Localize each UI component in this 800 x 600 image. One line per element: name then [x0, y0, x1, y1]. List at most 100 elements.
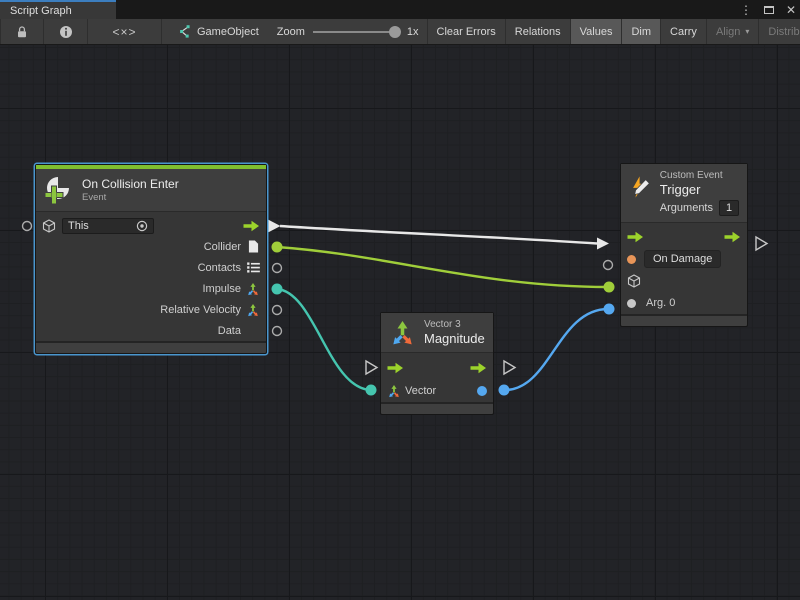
- node-on-collision-enter[interactable]: On Collision Enter Event This: [35, 164, 267, 354]
- port-row-flow: [621, 226, 747, 248]
- gameobject-cube-icon: [42, 219, 56, 233]
- port-row-data: Data: [36, 320, 266, 341]
- node-header[interactable]: On Collision Enter Event: [36, 169, 266, 212]
- port-trigger-flow-output[interactable]: [756, 237, 767, 250]
- info-icon: [59, 25, 73, 39]
- vector3-icon: [387, 384, 401, 398]
- unity-window: Script Graph ⋮ ✕: [0, 0, 800, 600]
- relations-button[interactable]: Relations: [506, 19, 571, 44]
- node-footer: [621, 314, 747, 326]
- port-contacts-output[interactable]: [273, 264, 282, 273]
- vector3-icon: [389, 319, 416, 346]
- node-footer: [36, 341, 266, 353]
- graph-toolbar: <×> GameObject Zoom 1x Clear Errors Rela…: [0, 19, 800, 45]
- node-trigger-custom-event[interactable]: Custom Event Trigger Arguments 1: [620, 163, 748, 327]
- node-footer: [381, 402, 493, 414]
- arguments-label: Arguments: [660, 202, 713, 214]
- flow-arrow-icon: [724, 231, 741, 243]
- port-row-event-name: On Damage: [621, 248, 747, 270]
- port-row-flow: [381, 356, 493, 379]
- chevron-down-icon: ▾: [745, 27, 749, 36]
- port-event-name-input[interactable]: [604, 261, 613, 270]
- port-magnitude-output[interactable]: [499, 385, 510, 396]
- port-trigger-flow-input[interactable]: [597, 238, 609, 250]
- node-title: Magnitude: [424, 331, 485, 346]
- port-row-vector: Vector: [381, 379, 493, 402]
- zoom-label: Zoom: [277, 26, 305, 38]
- list-icon: [246, 261, 260, 275]
- collision-event-icon: [44, 175, 74, 205]
- port-row-arg0: Arg. 0: [621, 292, 747, 314]
- port-target-input[interactable]: [604, 282, 615, 293]
- wire-impulse-teal: [277, 289, 370, 390]
- distribute-dropdown[interactable]: Distribute ▾: [759, 19, 800, 44]
- port-arg0-input[interactable]: [604, 304, 615, 315]
- node-title: Trigger: [660, 182, 739, 197]
- wire-collider-green: [277, 247, 608, 287]
- gameobject-label: GameObject: [197, 26, 259, 38]
- vector3-icon: [246, 303, 260, 317]
- node-header[interactable]: Vector 3 Magnitude: [381, 313, 493, 353]
- object-picker-icon[interactable]: [136, 220, 148, 232]
- node-header[interactable]: Custom Event Trigger Arguments 1: [621, 164, 747, 223]
- align-dropdown[interactable]: Align ▾: [707, 19, 759, 44]
- arg0-input-dot: [627, 299, 636, 308]
- event-name-field[interactable]: On Damage: [644, 250, 721, 268]
- node-subtitle: Event: [82, 192, 179, 203]
- document-icon: [246, 240, 260, 254]
- float-output-dot: [477, 386, 487, 396]
- flow-arrow-icon: [387, 362, 404, 374]
- flow-arrow-icon: [470, 362, 487, 374]
- zoom-value: 1x: [407, 26, 419, 38]
- port-vector-input[interactable]: [366, 385, 377, 396]
- zoom-slider-handle[interactable]: [389, 26, 401, 38]
- arguments-field[interactable]: 1: [719, 200, 739, 216]
- tab-title: Script Graph: [10, 5, 72, 17]
- node-type-label: Custom Event: [660, 170, 739, 181]
- this-field[interactable]: This: [62, 218, 154, 234]
- port-row-relative-velocity: Relative Velocity: [36, 299, 266, 320]
- gameobject-icon: [176, 24, 191, 39]
- lock-button[interactable]: [0, 19, 44, 44]
- carry-button[interactable]: Carry: [661, 19, 707, 44]
- code-icon: <×>: [112, 25, 136, 39]
- port-vector3-flow-output[interactable]: [504, 361, 515, 374]
- maximize-icon[interactable]: [764, 6, 774, 14]
- gameobject-context-button[interactable]: GameObject: [166, 19, 269, 44]
- tab-bar: Script Graph ⋮ ✕: [0, 0, 800, 19]
- port-row-collider: Collider: [36, 236, 266, 257]
- node-title: On Collision Enter: [82, 177, 179, 191]
- string-input-dot: [627, 255, 636, 264]
- code-view-button[interactable]: <×>: [88, 19, 162, 44]
- tab-script-graph[interactable]: Script Graph: [0, 0, 116, 19]
- node-type-label: Vector 3: [424, 319, 485, 330]
- info-button[interactable]: [44, 19, 88, 44]
- wire-magnitude-blue: [505, 309, 608, 390]
- flow-arrow-icon: [243, 220, 260, 232]
- port-this-input[interactable]: [23, 222, 32, 231]
- port-data-output[interactable]: [273, 327, 282, 336]
- port-impulse-output[interactable]: [272, 284, 283, 295]
- port-row-this: This: [36, 215, 266, 236]
- port-flow-output[interactable]: [268, 220, 281, 233]
- graph-canvas[interactable]: On Collision Enter Event This: [0, 45, 800, 600]
- clear-errors-button[interactable]: Clear Errors: [427, 19, 506, 44]
- flow-arrow-icon: [627, 231, 644, 243]
- port-vector3-flow-input[interactable]: [366, 361, 377, 374]
- custom-event-icon: [629, 173, 652, 201]
- values-toggle[interactable]: Values: [571, 19, 623, 44]
- zoom-slider[interactable]: [313, 31, 399, 33]
- port-row-target: [621, 270, 747, 292]
- node-vector3-magnitude[interactable]: Vector 3 Magnitude Vector: [380, 312, 494, 415]
- port-row-contacts: Contacts: [36, 257, 266, 278]
- wire-flow-white: [280, 226, 597, 244]
- port-collider-output[interactable]: [272, 242, 283, 253]
- gameobject-cube-icon: [627, 274, 641, 288]
- vector3-icon: [246, 282, 260, 296]
- port-row-impulse: Impulse: [36, 278, 266, 299]
- port-relative-velocity-output[interactable]: [273, 306, 282, 315]
- close-icon[interactable]: ✕: [786, 4, 796, 16]
- window-menu-icon[interactable]: ⋮: [740, 4, 752, 16]
- lock-icon: [15, 25, 29, 39]
- dim-toggle[interactable]: Dim: [622, 19, 661, 44]
